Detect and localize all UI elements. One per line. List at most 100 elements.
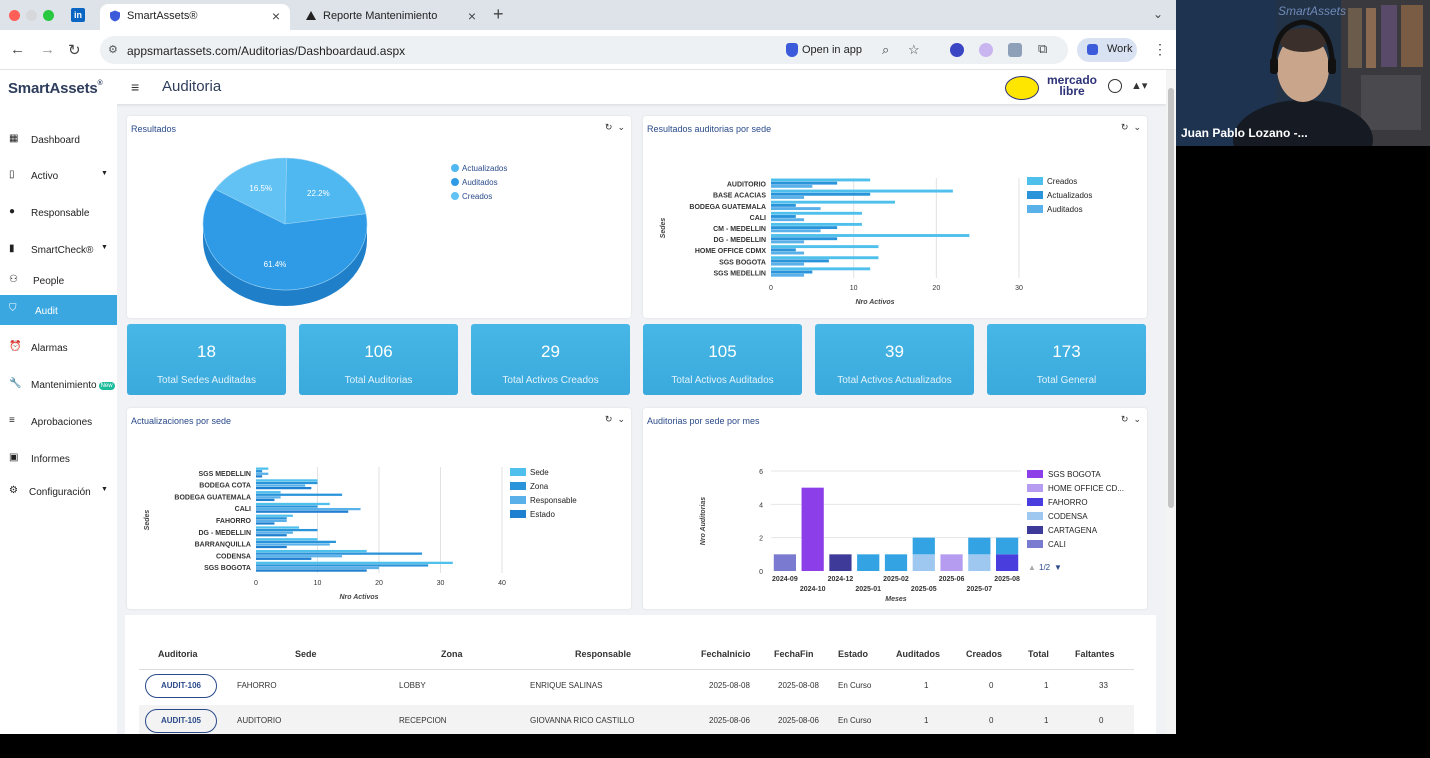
tab-smartassets[interactable]: SmartAssets® × xyxy=(100,4,290,30)
bookmark-star-icon[interactable]: ☆ xyxy=(908,42,920,58)
app-header: SmartAssets® ≡ Auditoria mercado libre ▲… xyxy=(0,70,1166,104)
shield-icon: ⛉ xyxy=(9,303,17,314)
zoom-icon[interactable]: ⌕ xyxy=(882,42,889,58)
page-scrollbar[interactable] xyxy=(1166,70,1176,734)
maximize-window-button[interactable] xyxy=(43,10,54,21)
sidebar-item-mantenimiento[interactable]: 🔧 Mantenimiento New xyxy=(0,370,117,400)
people-icon: ⚇ xyxy=(9,274,18,285)
legend-swatch xyxy=(1027,512,1043,520)
sidebar-item-smartcheck[interactable]: ▮ SmartCheck® ▼ xyxy=(0,235,117,265)
sidebar-item-informes[interactable]: ▣ Informes xyxy=(0,444,117,474)
legend-swatch xyxy=(1027,484,1043,492)
sidebar-item-configuracion[interactable]: ⚙ Configuración ▼ xyxy=(0,477,117,507)
bar xyxy=(256,569,367,572)
url-field[interactable]: ⚙ appsmartassets.com/Auditorias/Dashboar… xyxy=(100,36,1068,64)
extension-vpn-icon[interactable] xyxy=(950,43,964,57)
user-menu-icon[interactable]: ▲▾ xyxy=(1131,79,1147,92)
extension-dev-icon[interactable] xyxy=(1008,43,1022,57)
column-header[interactable]: Sede xyxy=(295,649,317,659)
legend-prev-icon: ▲ xyxy=(1028,563,1036,572)
column-header[interactable]: Responsable xyxy=(575,649,631,659)
sidebar-item-label: Aprobaciones xyxy=(31,417,93,428)
bar xyxy=(771,270,813,274)
card-por-mes: Auditorias por sede por mes ↻ ⌄ 0 2 4 6 2024… xyxy=(643,408,1147,609)
table-cell: En Curso xyxy=(838,681,872,690)
close-window-button[interactable] xyxy=(9,10,20,21)
column-header[interactable]: Total xyxy=(1028,649,1049,659)
bar xyxy=(256,566,379,570)
column-header[interactable]: Creados xyxy=(966,649,1002,659)
sidebar-item-people[interactable]: ⚇ People xyxy=(0,266,117,296)
legend-label: Actualizados xyxy=(462,164,507,173)
column-header[interactable]: Auditoria xyxy=(158,649,198,659)
sidebar-item-alarmas[interactable]: ⏰ Alarmas xyxy=(0,333,117,363)
site-settings-icon[interactable]: ⚙ xyxy=(108,43,118,56)
legend-label: CARTAGENA xyxy=(1048,526,1098,535)
profile-label: Work xyxy=(1107,43,1133,55)
pie-chart: 22.2% 61.4% 16.5% Actualizados Auditados Crea… xyxy=(202,157,507,306)
scrollbar-thumb[interactable] xyxy=(1168,88,1174,508)
bar xyxy=(256,479,318,482)
sidebar-item-dashboard[interactable]: ▦ Dashboard xyxy=(0,125,117,155)
legend-swatch xyxy=(451,178,459,186)
audit-id-button[interactable]: AUDIT-106 xyxy=(145,674,217,698)
profile-work-button[interactable]: Work xyxy=(1077,38,1137,62)
stat-label: Total Activos Auditados xyxy=(671,375,774,386)
close-tab-icon[interactable]: × xyxy=(272,8,280,24)
table-cell: 0 xyxy=(1099,716,1104,725)
bar xyxy=(771,251,805,255)
sidebar-item-activo[interactable]: ▯ Activo ▼ xyxy=(0,161,117,191)
url-text[interactable]: appsmartassets.com/Auditorias/Dashboarda… xyxy=(127,44,405,58)
sidebar-item-audit[interactable]: ⛉ Audit xyxy=(0,295,117,325)
bar xyxy=(256,493,343,496)
column-header[interactable]: Faltantes xyxy=(1075,649,1115,659)
open-in-app-button[interactable]: Open in app xyxy=(782,41,868,60)
tab-reporte-mantenimiento[interactable]: Reporte Mantenimiento × xyxy=(296,4,486,30)
bar xyxy=(771,237,838,241)
new-tab-icon[interactable]: + xyxy=(493,4,504,25)
x-tick-label: 2025-06 xyxy=(939,576,965,583)
y-tick-label: BARRANQUILLA xyxy=(195,542,251,549)
column-header[interactable]: FechaFin xyxy=(774,649,814,659)
menu-toggle-icon[interactable]: ≡ xyxy=(131,79,139,95)
legend-label: SGS BOGOTA xyxy=(1048,470,1101,479)
sidebar-item-responsable[interactable]: ● Responsable xyxy=(0,198,117,228)
back-icon[interactable]: ← xyxy=(10,41,25,58)
extensions-puzzle-icon[interactable]: ⧉ xyxy=(1038,41,1047,57)
reload-icon[interactable]: ↻ xyxy=(68,41,81,59)
stat-label: Total Auditorias xyxy=(344,375,413,386)
legend-swatch xyxy=(1027,205,1043,213)
video-panel: SmartAssets Juan Pablo Lozano -... xyxy=(1176,0,1430,146)
bar-segment xyxy=(996,537,1019,555)
close-tab-icon[interactable]: × xyxy=(468,8,476,24)
stat-total-auditorias: 106 Total Auditorias xyxy=(299,324,458,395)
browser-menu-icon[interactable]: ⋮ xyxy=(1153,41,1167,58)
bar xyxy=(771,211,862,215)
brand-logo[interactable]: SmartAssets® xyxy=(8,80,103,97)
legend-swatch xyxy=(1027,526,1043,534)
bar-segment xyxy=(968,537,991,555)
column-header[interactable]: Auditados xyxy=(896,649,940,659)
sidebar-item-aprobaciones[interactable]: ≡ Aprobaciones xyxy=(0,407,117,437)
forward-icon[interactable]: → xyxy=(40,41,55,58)
bar xyxy=(771,178,871,182)
stat-value: 173 xyxy=(1052,342,1081,361)
bar-segment xyxy=(996,554,1019,571)
column-header[interactable]: Zona xyxy=(441,649,463,659)
whatsapp-icon[interactable] xyxy=(1108,79,1122,93)
linkedin-pinned-tab-icon[interactable]: in xyxy=(71,8,85,22)
bar xyxy=(771,256,879,260)
tab-search-icon[interactable]: ⌄ xyxy=(1153,7,1163,21)
legend-label: Sede xyxy=(530,468,549,477)
bar xyxy=(771,218,805,222)
column-header[interactable]: FechaInicio xyxy=(701,649,751,659)
audit-id-button[interactable]: AUDIT-105 xyxy=(145,709,217,733)
bar xyxy=(256,545,287,549)
column-header[interactable]: Estado xyxy=(838,649,868,659)
y-tick-label: CALI xyxy=(235,506,251,513)
bar-segment xyxy=(912,554,935,571)
extension-chatgpt-icon[interactable] xyxy=(979,43,993,57)
minimize-window-button[interactable] xyxy=(26,10,37,21)
legend-swatch xyxy=(1027,177,1043,185)
stat-label: Total General xyxy=(1036,375,1097,386)
